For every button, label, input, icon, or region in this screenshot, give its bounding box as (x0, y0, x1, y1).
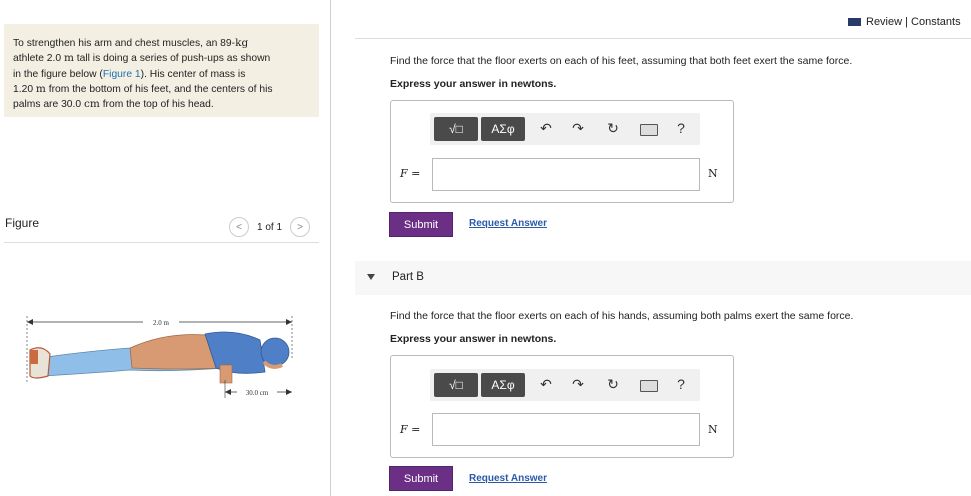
part-b-request-answer-link[interactable]: Request Answer (469, 473, 547, 484)
part-b-submit-button[interactable]: Submit (389, 466, 453, 491)
prev-figure-button[interactable]: < (229, 217, 249, 237)
part-b-question: Find the force that the floor exerts on … (390, 310, 854, 322)
unit-m: m (35, 82, 46, 95)
part-b-unit: N (708, 423, 718, 436)
problem-text: from the bottom of his feet, and the cen… (45, 83, 273, 95)
template-button[interactable]: √□ (434, 373, 478, 397)
keyboard-icon[interactable] (640, 124, 658, 136)
part-a-request-answer-link[interactable]: Request Answer (469, 218, 547, 229)
pushup-figure: 2.0 m 30.0 cm (26, 316, 293, 398)
figure-counter: 1 of 1 (257, 221, 283, 233)
part-a-question: Find the force that the floor exerts on … (390, 55, 853, 67)
redo-icon[interactable]: ↷ (570, 120, 586, 137)
figure-link[interactable]: Figure 1 (103, 69, 141, 80)
problem-text: tall is doing a series of push-ups as sh… (73, 53, 271, 65)
part-b-answer-input[interactable] (432, 413, 700, 446)
part-b-header[interactable] (355, 261, 971, 295)
redo-icon[interactable]: ↷ (570, 376, 586, 393)
undo-icon[interactable]: ↶ (538, 376, 554, 393)
part-a-instruction: Express your answer in newtons. (390, 78, 557, 90)
review-icon (848, 18, 861, 26)
keyboard-icon[interactable] (640, 380, 658, 392)
part-a-unit: N (708, 167, 718, 180)
part-a-math-toolbar: √□ ΑΣφ ↶ ↷ ↻ ? (430, 113, 700, 145)
problem-text: palms are 30.0 (13, 99, 84, 111)
template-button[interactable]: √□ (434, 117, 478, 141)
problem-text: To strengthen his arm and chest muscles,… (13, 38, 236, 49)
unit-kg: kg (235, 37, 249, 49)
dim-total-label: 2.0 m (153, 319, 170, 327)
problem-text: 1.20 (13, 83, 36, 95)
help-icon[interactable]: ? (673, 120, 689, 136)
reset-icon[interactable]: ↻ (605, 376, 621, 393)
unit-cm: cm (83, 98, 100, 111)
review-constants-link[interactable]: Review | Constants (848, 16, 961, 28)
problem-text: in the figure below ( (13, 68, 103, 80)
collapse-arrow-icon[interactable] (367, 274, 375, 280)
undo-icon[interactable]: ↶ (538, 120, 554, 137)
problem-text: from the top of his head. (99, 99, 214, 111)
reset-icon[interactable]: ↻ (605, 120, 621, 137)
part-b-title: Part B (392, 271, 424, 283)
problem-statement: To strengthen his arm and chest muscles,… (13, 36, 315, 112)
part-a-answer-input[interactable] (432, 158, 700, 191)
part-b-instruction: Express your answer in newtons. (390, 333, 557, 345)
part-a-submit-button[interactable]: Submit (389, 212, 453, 237)
figure-heading: Figure (5, 216, 40, 230)
panel-divider (330, 0, 331, 496)
figure-pager: < 1 of 1 > (229, 217, 311, 237)
greek-symbols-button[interactable]: ΑΣφ (481, 373, 525, 397)
divider (4, 242, 319, 243)
next-figure-button[interactable]: > (290, 217, 311, 237)
dim-hands-label: 30.0 cm (246, 389, 269, 397)
greek-symbols-button[interactable]: ΑΣφ (481, 117, 525, 141)
problem-text: ). His center of mass is (140, 68, 246, 80)
part-a-variable-label: F = (400, 167, 421, 180)
unit-m: m (63, 52, 74, 65)
divider (355, 38, 971, 39)
part-b-math-toolbar: √□ ΑΣφ ↶ ↷ ↻ ? (430, 369, 700, 401)
review-label: Review | Constants (866, 16, 961, 28)
part-b-variable-label: F = (400, 423, 421, 436)
help-icon[interactable]: ? (673, 376, 689, 392)
problem-text: athlete 2.0 (13, 53, 64, 65)
